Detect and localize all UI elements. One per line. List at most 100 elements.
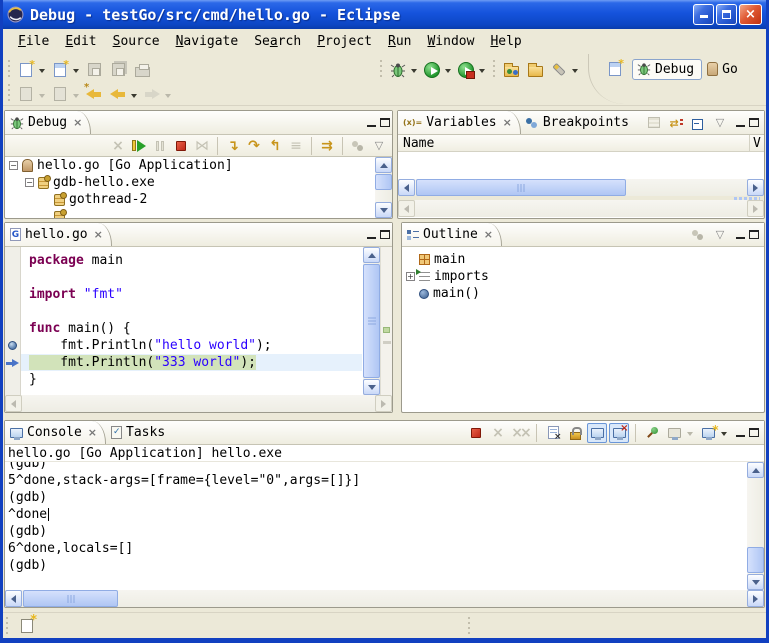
new-project-button[interactable]: * bbox=[49, 58, 71, 82]
scroll-lock-button[interactable] bbox=[565, 423, 585, 443]
variables-hscrollbar[interactable] bbox=[398, 179, 764, 196]
console-output[interactable]: (gdb)5^done,stack-args=[frame={level="0"… bbox=[5, 462, 764, 590]
print-button[interactable] bbox=[131, 58, 153, 82]
remove-launch-button[interactable]: × bbox=[488, 423, 508, 443]
outline-item[interactable]: +imports bbox=[402, 268, 764, 285]
run-dropdown[interactable] bbox=[445, 69, 451, 76]
external-tools-dropdown[interactable] bbox=[479, 69, 485, 76]
menu-run[interactable]: Run bbox=[381, 32, 418, 51]
disconnect-button[interactable]: ⋈ bbox=[192, 136, 212, 156]
new-project-dropdown[interactable] bbox=[73, 69, 79, 76]
tab-tasks[interactable]: Tasks bbox=[106, 421, 173, 444]
maximize-view-button[interactable] bbox=[380, 230, 390, 239]
toolbar-grip[interactable] bbox=[378, 60, 383, 80]
debug-button[interactable] bbox=[387, 58, 409, 82]
open-console-button[interactable] bbox=[698, 423, 718, 443]
console-vscrollbar[interactable] bbox=[747, 462, 764, 590]
next-annotation-button[interactable] bbox=[15, 82, 37, 106]
variables-column-header[interactable]: Name V bbox=[398, 135, 764, 152]
details-hscrollbar[interactable] bbox=[398, 200, 764, 217]
minimize-view-button[interactable] bbox=[736, 119, 745, 127]
debug-tree-item[interactable] bbox=[5, 208, 392, 218]
debug-extra-button[interactable] bbox=[348, 136, 368, 156]
maximize-view-button[interactable] bbox=[749, 118, 759, 127]
forward-button[interactable] bbox=[141, 82, 163, 106]
run-button[interactable] bbox=[421, 58, 443, 82]
menu-search[interactable]: Search bbox=[247, 32, 308, 51]
menu-window[interactable]: Window bbox=[420, 32, 481, 51]
outline-item[interactable]: main bbox=[402, 251, 764, 268]
collapse-all-button[interactable] bbox=[688, 113, 708, 133]
search-dropdown[interactable] bbox=[572, 69, 578, 76]
gutter-cell[interactable] bbox=[5, 252, 21, 269]
expand-expander-icon[interactable]: + bbox=[406, 272, 415, 281]
show-stderr-button[interactable] bbox=[609, 423, 629, 443]
suspend-button[interactable] bbox=[150, 136, 170, 156]
console-hscrollbar[interactable] bbox=[5, 590, 764, 607]
new-wizard-button[interactable]: * bbox=[15, 58, 37, 82]
minimize-button[interactable] bbox=[693, 4, 714, 25]
display-console-button[interactable] bbox=[664, 423, 684, 443]
editor-body[interactable]: package mainimport "fmt"func main() { fm… bbox=[5, 247, 392, 395]
clear-console-button[interactable] bbox=[543, 423, 563, 443]
gutter-cell[interactable] bbox=[5, 354, 21, 371]
new-wizard-dropdown[interactable] bbox=[39, 69, 45, 76]
show-stdout-button[interactable] bbox=[587, 423, 607, 443]
forward-dropdown[interactable] bbox=[165, 94, 171, 101]
remove-terminated-button[interactable]: × bbox=[108, 136, 128, 156]
debug-tree-item[interactable]: −gdb-hello.exe bbox=[5, 174, 392, 191]
code-line[interactable]: import "fmt" bbox=[5, 286, 362, 303]
close-tab-icon[interactable]: × bbox=[484, 228, 493, 241]
code-line[interactable]: } bbox=[5, 371, 362, 388]
breakpoint-icon[interactable] bbox=[8, 341, 17, 350]
gutter-cell[interactable] bbox=[5, 303, 21, 320]
back-button[interactable] bbox=[107, 82, 129, 106]
menu-edit[interactable]: Edit bbox=[58, 32, 103, 51]
remove-all-launches-button[interactable]: ×× bbox=[510, 423, 530, 443]
menu-file[interactable]: File bbox=[11, 32, 56, 51]
maximize-view-button[interactable] bbox=[749, 428, 759, 437]
step-return-button[interactable]: ↰ bbox=[265, 136, 285, 156]
code-line[interactable]: fmt.Println("hello world"); bbox=[5, 337, 362, 354]
open-resource-button[interactable] bbox=[524, 58, 546, 82]
gutter-cell[interactable] bbox=[5, 320, 21, 337]
close-button[interactable]: × bbox=[739, 4, 762, 25]
show-type-names-button[interactable] bbox=[644, 113, 664, 133]
code-line[interactable]: func main() { bbox=[5, 320, 362, 337]
save-button[interactable] bbox=[83, 58, 105, 82]
perspective-go-button[interactable]: Go bbox=[707, 62, 738, 77]
code-line[interactable] bbox=[5, 269, 362, 286]
outline-extra-button[interactable] bbox=[688, 225, 708, 245]
toolbar-grip[interactable] bbox=[6, 60, 11, 80]
display-console-dropdown[interactable] bbox=[687, 432, 693, 439]
toolbar-grip[interactable] bbox=[491, 60, 496, 80]
maximize-button[interactable] bbox=[716, 4, 737, 25]
close-tab-icon[interactable]: × bbox=[94, 228, 103, 241]
menu-project[interactable]: Project bbox=[310, 32, 379, 51]
open-type-button[interactable] bbox=[500, 58, 522, 82]
resume-button[interactable] bbox=[129, 136, 149, 156]
toolbar-grip[interactable] bbox=[6, 84, 11, 104]
current-line-marker[interactable] bbox=[383, 327, 390, 333]
debug-tree-item[interactable]: −hello.go [Go Application] bbox=[5, 157, 392, 174]
tab-hello-go[interactable]: G hello.go × bbox=[5, 223, 112, 246]
debug-dropdown[interactable] bbox=[411, 69, 417, 76]
minimize-view-button[interactable] bbox=[367, 119, 376, 127]
external-tools-button[interactable] bbox=[455, 58, 477, 82]
close-tab-icon[interactable]: × bbox=[503, 116, 512, 129]
previous-annotation-dropdown[interactable] bbox=[73, 94, 79, 101]
last-edit-location-button[interactable]: * bbox=[83, 82, 105, 106]
variables-tree-area[interactable] bbox=[398, 152, 764, 179]
editor-hscrollbar[interactable] bbox=[5, 395, 392, 412]
next-annotation-dropdown[interactable] bbox=[39, 94, 45, 101]
maximize-view-button[interactable] bbox=[749, 230, 759, 239]
minimize-view-button[interactable] bbox=[736, 429, 745, 437]
menu-navigate[interactable]: Navigate bbox=[169, 32, 246, 51]
outline-item[interactable]: main() bbox=[402, 285, 764, 302]
code-line[interactable] bbox=[5, 303, 362, 320]
gutter-cell[interactable] bbox=[5, 371, 21, 388]
fast-view-icon[interactable] bbox=[21, 619, 33, 633]
step-over-button[interactable]: ↷ bbox=[244, 136, 264, 156]
step-into-button[interactable]: ↴ bbox=[223, 136, 243, 156]
menu-source[interactable]: Source bbox=[106, 32, 167, 51]
